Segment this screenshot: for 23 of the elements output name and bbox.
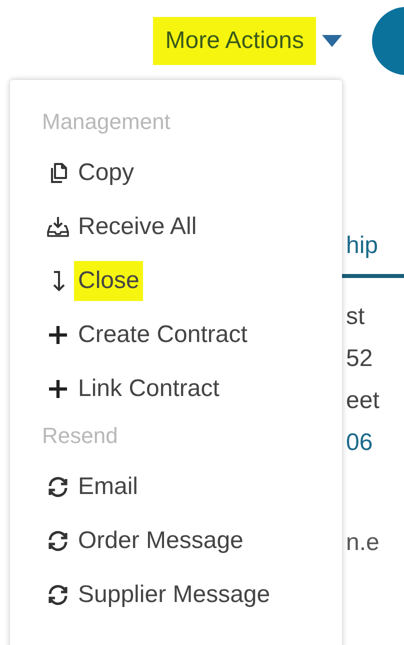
tray-download-icon xyxy=(46,215,70,239)
refresh-icon xyxy=(46,583,70,607)
plus-icon xyxy=(46,377,70,401)
menu-item[interactable]: Receive All xyxy=(74,207,201,247)
refresh-icon xyxy=(46,529,70,553)
address-text: 06 xyxy=(345,428,374,458)
menu-item[interactable]: Copy xyxy=(74,153,138,193)
menu-item[interactable]: Close xyxy=(74,261,144,301)
address-text: eet xyxy=(345,386,380,416)
refresh-icon xyxy=(46,475,70,499)
email-text: n.e xyxy=(345,528,380,558)
menu-section-header: Management xyxy=(42,108,172,136)
menu-item[interactable]: Email xyxy=(74,467,142,507)
menu-section-header: Resend xyxy=(42,422,119,450)
more-actions-button[interactable]: More Actions xyxy=(153,17,316,65)
menu-item[interactable]: Link Contract xyxy=(74,369,224,409)
menu-item[interactable]: Create Contract xyxy=(74,315,252,355)
menu-item[interactable]: Supplier Message xyxy=(74,575,274,615)
address-text: st xyxy=(345,302,366,332)
menu-item[interactable]: Order Message xyxy=(74,521,248,561)
plus-icon xyxy=(46,323,70,347)
address-text: 52 xyxy=(345,344,374,374)
caret-icon xyxy=(322,35,342,47)
